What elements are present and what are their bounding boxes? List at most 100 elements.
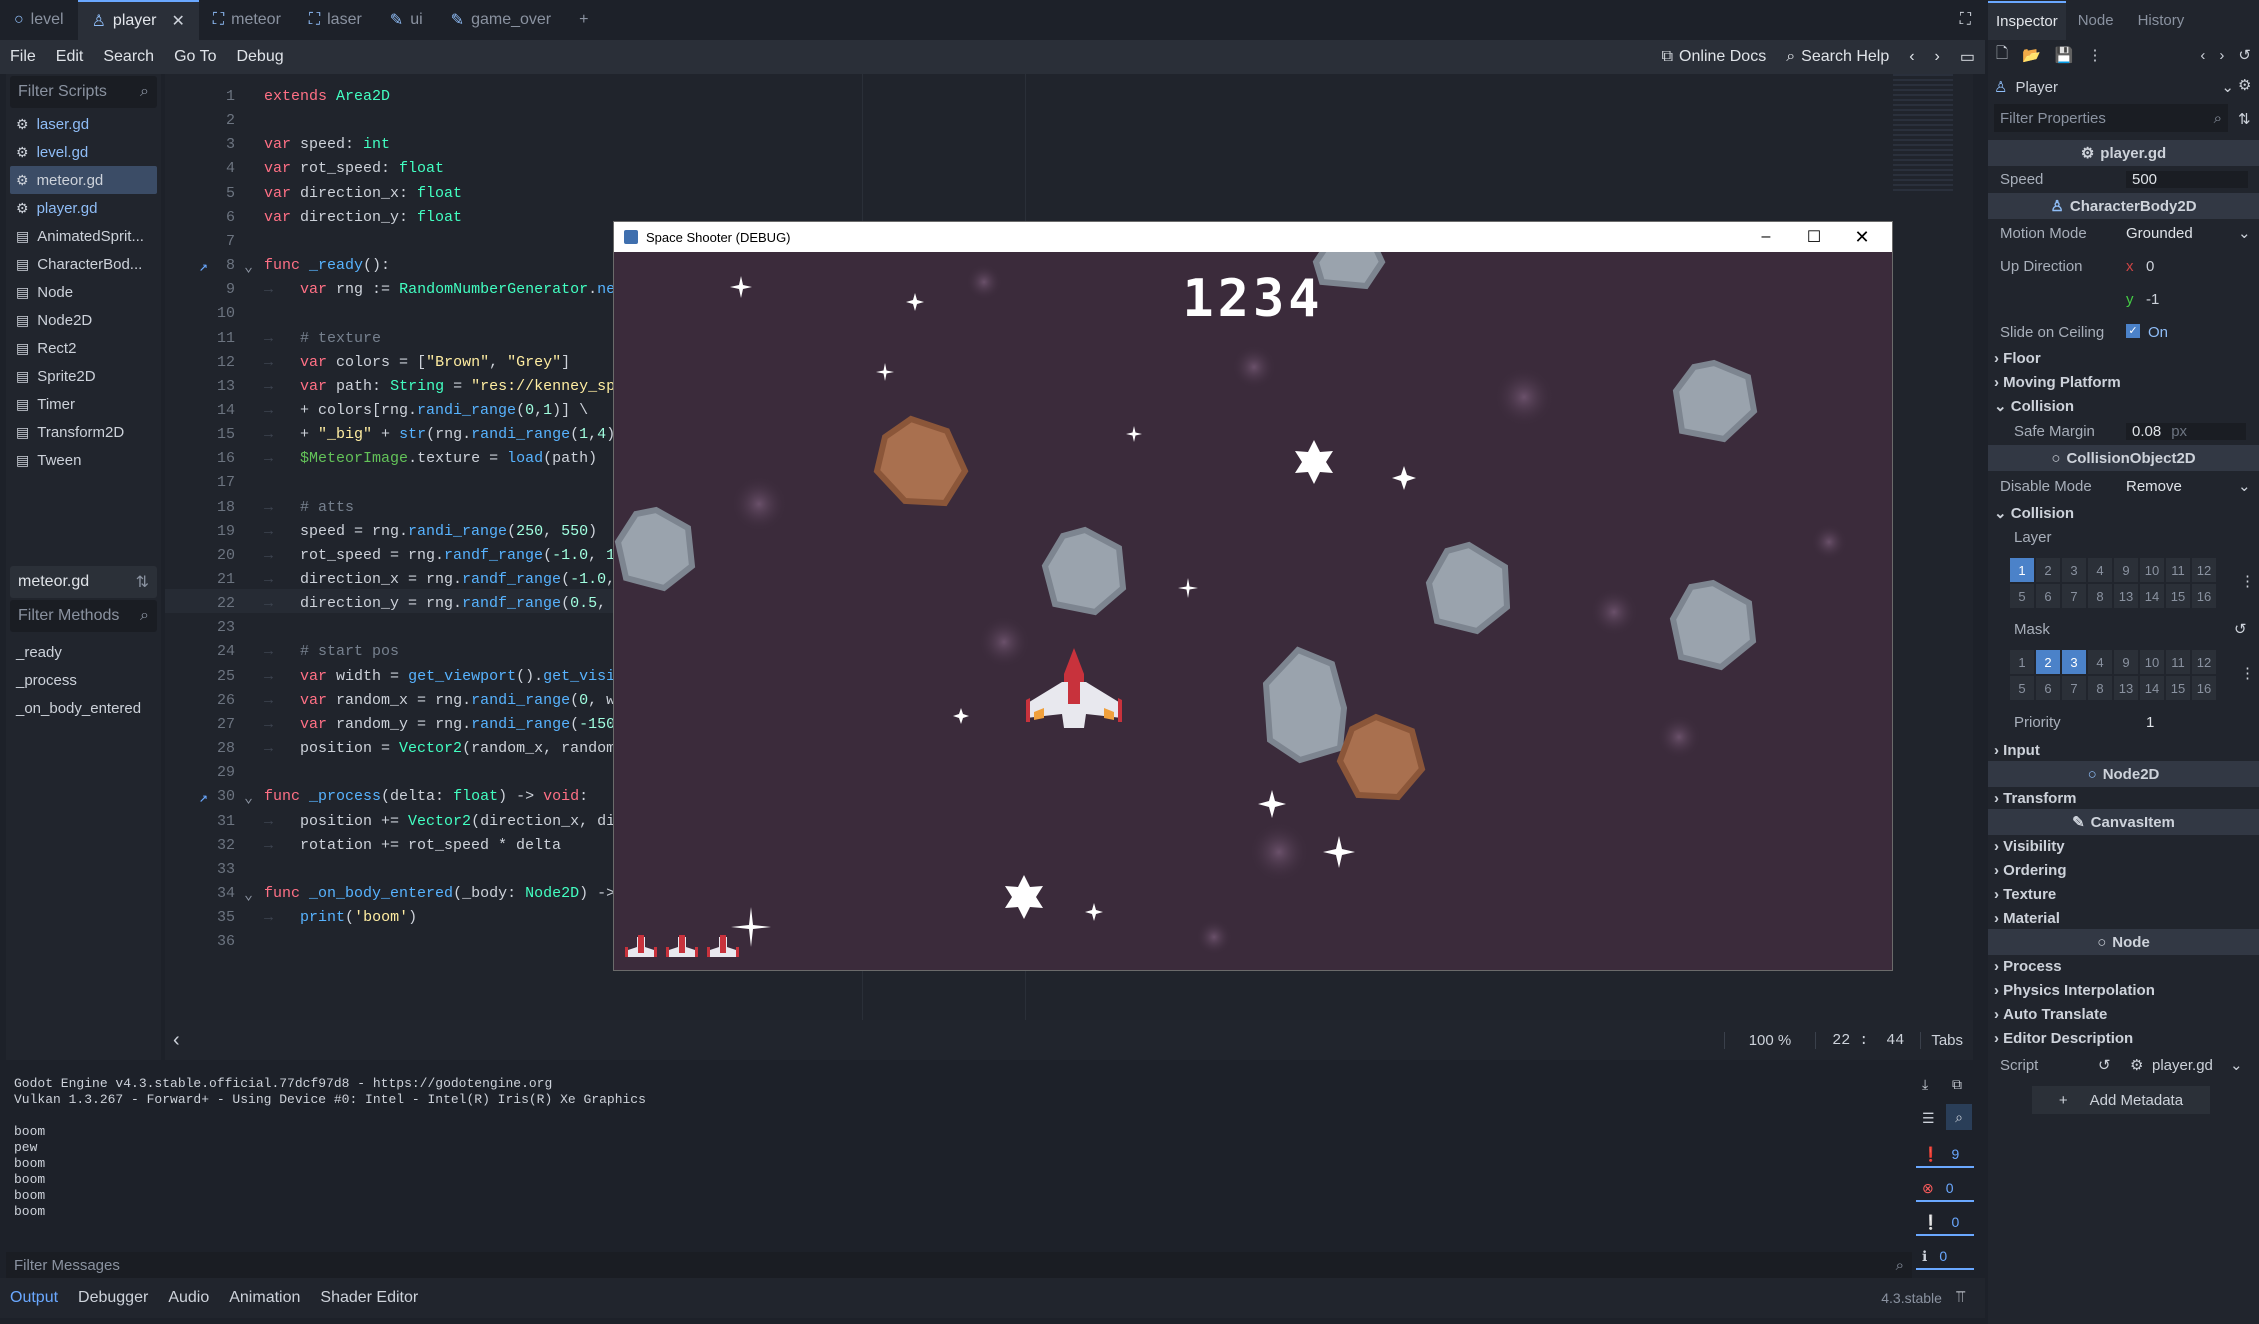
group-ordering[interactable]: › Ordering xyxy=(1988,857,2259,883)
mask-bit[interactable]: 1 xyxy=(2010,650,2034,674)
mask-grid[interactable]: 1 2 3 4 9 10 11 12 5 6 7 8 13 14 15 16 xyxy=(2010,650,2216,700)
layer-bit[interactable]: 8 xyxy=(2088,584,2112,608)
method-item[interactable]: _on_body_entered xyxy=(6,694,161,722)
group-editor-description[interactable]: › Editor Description xyxy=(1988,1025,2259,1051)
tab-ui[interactable]: ✎ ui xyxy=(376,0,437,40)
group-process[interactable]: › Process xyxy=(1988,953,2259,979)
mask-bit[interactable]: 13 xyxy=(2114,676,2138,700)
menu-debug[interactable]: Debug xyxy=(226,48,293,66)
fold-icon[interactable]: ⌄ xyxy=(244,257,253,276)
fold-icon[interactable]: ⌄ xyxy=(244,885,253,904)
minimize-icon[interactable]: – xyxy=(1746,228,1786,246)
group-collision-layers[interactable]: ⌄ Collision xyxy=(1988,500,2259,526)
search-help-button[interactable]: ⌕ Search Help xyxy=(1776,48,1899,66)
group-auto-translate[interactable]: › Auto Translate xyxy=(1988,1001,2259,1027)
mask-bit[interactable]: 14 xyxy=(2140,676,2164,700)
tab-node[interactable]: Node xyxy=(2066,2,2126,39)
pin-panel-icon[interactable]: ⫪ xyxy=(1956,1289,1985,1307)
save-icon[interactable]: 💾 xyxy=(2055,46,2074,64)
prop-safe-margin[interactable]: Safe Margin 0.08 px xyxy=(1988,418,2259,444)
add-metadata-button[interactable]: + Add Metadata xyxy=(2032,1086,2210,1114)
tab-meteor[interactable]: ⛶ meteor xyxy=(199,0,295,40)
more-options-icon[interactable]: ⋮ xyxy=(2240,572,2255,590)
layer-bit[interactable]: 14 xyxy=(2140,584,2164,608)
reset-icon[interactable]: ↺ xyxy=(2234,620,2247,638)
mask-bit[interactable]: 10 xyxy=(2140,650,2164,674)
layer-bit[interactable]: 4 xyxy=(2088,558,2112,582)
current-script-field[interactable]: meteor.gd ⇅ xyxy=(10,566,157,598)
method-item[interactable]: _ready xyxy=(6,638,161,666)
checkbox-checked-icon[interactable]: ✓ xyxy=(2126,323,2140,338)
object-settings-icon[interactable]: ⚙ xyxy=(2238,76,2251,94)
mask-bit[interactable]: 11 xyxy=(2166,650,2190,674)
layer-bit[interactable]: 5 xyxy=(2010,584,2034,608)
toggle-scroll-icon[interactable]: ☰ xyxy=(1922,1110,1935,1127)
online-docs-button[interactable]: ⧉ Online Docs xyxy=(1652,48,1777,66)
priority-value[interactable]: 1 xyxy=(2146,714,2154,731)
tab-laser[interactable]: ⛶ laser xyxy=(295,0,376,40)
menu-goto[interactable]: Go To xyxy=(164,48,226,66)
layer-bit[interactable]: 12 xyxy=(2192,558,2216,582)
code-line[interactable] xyxy=(165,130,1865,154)
layer-bit[interactable]: 10 xyxy=(2140,558,2164,582)
prop-up-direction[interactable]: Up Direction x 0 xyxy=(1988,253,2259,279)
collapse-icon[interactable]: ‹ xyxy=(165,1029,188,1052)
close-icon[interactable]: ✕ xyxy=(1842,227,1882,248)
menu-file[interactable]: File xyxy=(0,48,46,66)
mask-bit[interactable]: 5 xyxy=(2010,676,2034,700)
mask-bit[interactable]: 16 xyxy=(2192,676,2216,700)
mask-bit[interactable]: 2 xyxy=(2036,650,2060,674)
group-texture[interactable]: › Texture xyxy=(1988,881,2259,907)
filter-info-toggle[interactable]: ℹ0 xyxy=(1916,1244,1974,1270)
code-line[interactable] xyxy=(165,82,1865,106)
fullscreen-icon[interactable]: ⛶ xyxy=(1946,11,1985,29)
new-resource-icon[interactable]: 🗋 xyxy=(1996,43,2008,68)
tab-history[interactable]: History xyxy=(2126,2,2197,39)
group-collision[interactable]: ⌄ Collision xyxy=(1988,393,2259,419)
filter-warnings-toggle[interactable]: ❕ 0 xyxy=(1916,1210,1974,1236)
layer-bit[interactable]: 13 xyxy=(2114,584,2138,608)
tab-player[interactable]: ♙ player ✕ xyxy=(77,0,199,40)
search-output-icon[interactable]: ⌕ xyxy=(1946,1104,1972,1130)
filter-errors-toggle[interactable]: ⊗ 0 xyxy=(1916,1176,1974,1202)
script-item[interactable]: ⚙ laser.gd xyxy=(6,110,161,138)
script-item[interactable]: ▤ Node2D xyxy=(6,306,161,334)
forward-icon[interactable]: › xyxy=(2219,47,2224,64)
layer-bit[interactable]: 9 xyxy=(2114,558,2138,582)
filter-messages-input[interactable]: Filter Messages ⌕ xyxy=(6,1252,1912,1278)
layer-bit[interactable]: 16 xyxy=(2192,584,2216,608)
script-item[interactable]: ⚙ meteor.gd xyxy=(10,166,157,194)
script-item[interactable]: ▤ Rect2 xyxy=(6,334,161,362)
menu-search[interactable]: Search xyxy=(93,48,164,66)
filter-scripts-input[interactable]: Filter Scripts ⌕ xyxy=(10,76,157,108)
prop-disable-mode[interactable]: Disable Mode Remove ⌄ xyxy=(1988,473,2259,499)
layer-bit[interactable]: 15 xyxy=(2166,584,2190,608)
add-tab-icon[interactable]: + xyxy=(565,0,602,40)
mask-bit[interactable]: 6 xyxy=(2036,676,2060,700)
safe-margin-value[interactable]: 0.08 xyxy=(2132,423,2161,440)
minimap[interactable] xyxy=(1893,74,1953,194)
clear-output-icon[interactable]: ⤓ xyxy=(1922,1076,1928,1093)
menu-edit[interactable]: Edit xyxy=(46,48,94,66)
property-tools-icon[interactable]: ⇅ xyxy=(2238,110,2251,128)
prop-script[interactable]: Script ↺ ⚙ player.gd ⌄ xyxy=(1988,1052,2259,1078)
motion-mode-value[interactable]: Grounded xyxy=(2126,225,2193,242)
fold-icon[interactable]: ⌄ xyxy=(244,788,253,807)
layer-bit[interactable]: 1 xyxy=(2010,558,2034,582)
history-forward-icon[interactable]: › xyxy=(1925,48,1950,66)
mask-bit[interactable]: 12 xyxy=(2192,650,2216,674)
filter-messages-toggle[interactable]: ❗ 9 xyxy=(1916,1142,1974,1168)
bottom-tab-output[interactable]: Output xyxy=(0,1289,68,1307)
tab-level[interactable]: ○ level xyxy=(0,0,78,40)
prop-up-direction-y[interactable]: y -1 xyxy=(1988,286,2259,312)
disable-mode-value[interactable]: Remove xyxy=(2126,478,2182,495)
speed-value[interactable]: 500 xyxy=(2126,170,2248,188)
layer-bit[interactable]: 7 xyxy=(2062,584,2086,608)
script-value[interactable]: player.gd xyxy=(2152,1057,2213,1074)
group-input[interactable]: › Input xyxy=(1988,737,2259,763)
history-back-icon[interactable]: ‹ xyxy=(1899,48,1924,66)
more-options-icon[interactable]: ⋮ xyxy=(2240,664,2255,682)
prop-slide-on-ceiling[interactable]: Slide on Ceiling ✓ On xyxy=(1988,319,2259,345)
filter-properties-input[interactable]: Filter Properties ⌕ xyxy=(1994,104,2228,132)
code-line[interactable] xyxy=(165,106,1865,130)
